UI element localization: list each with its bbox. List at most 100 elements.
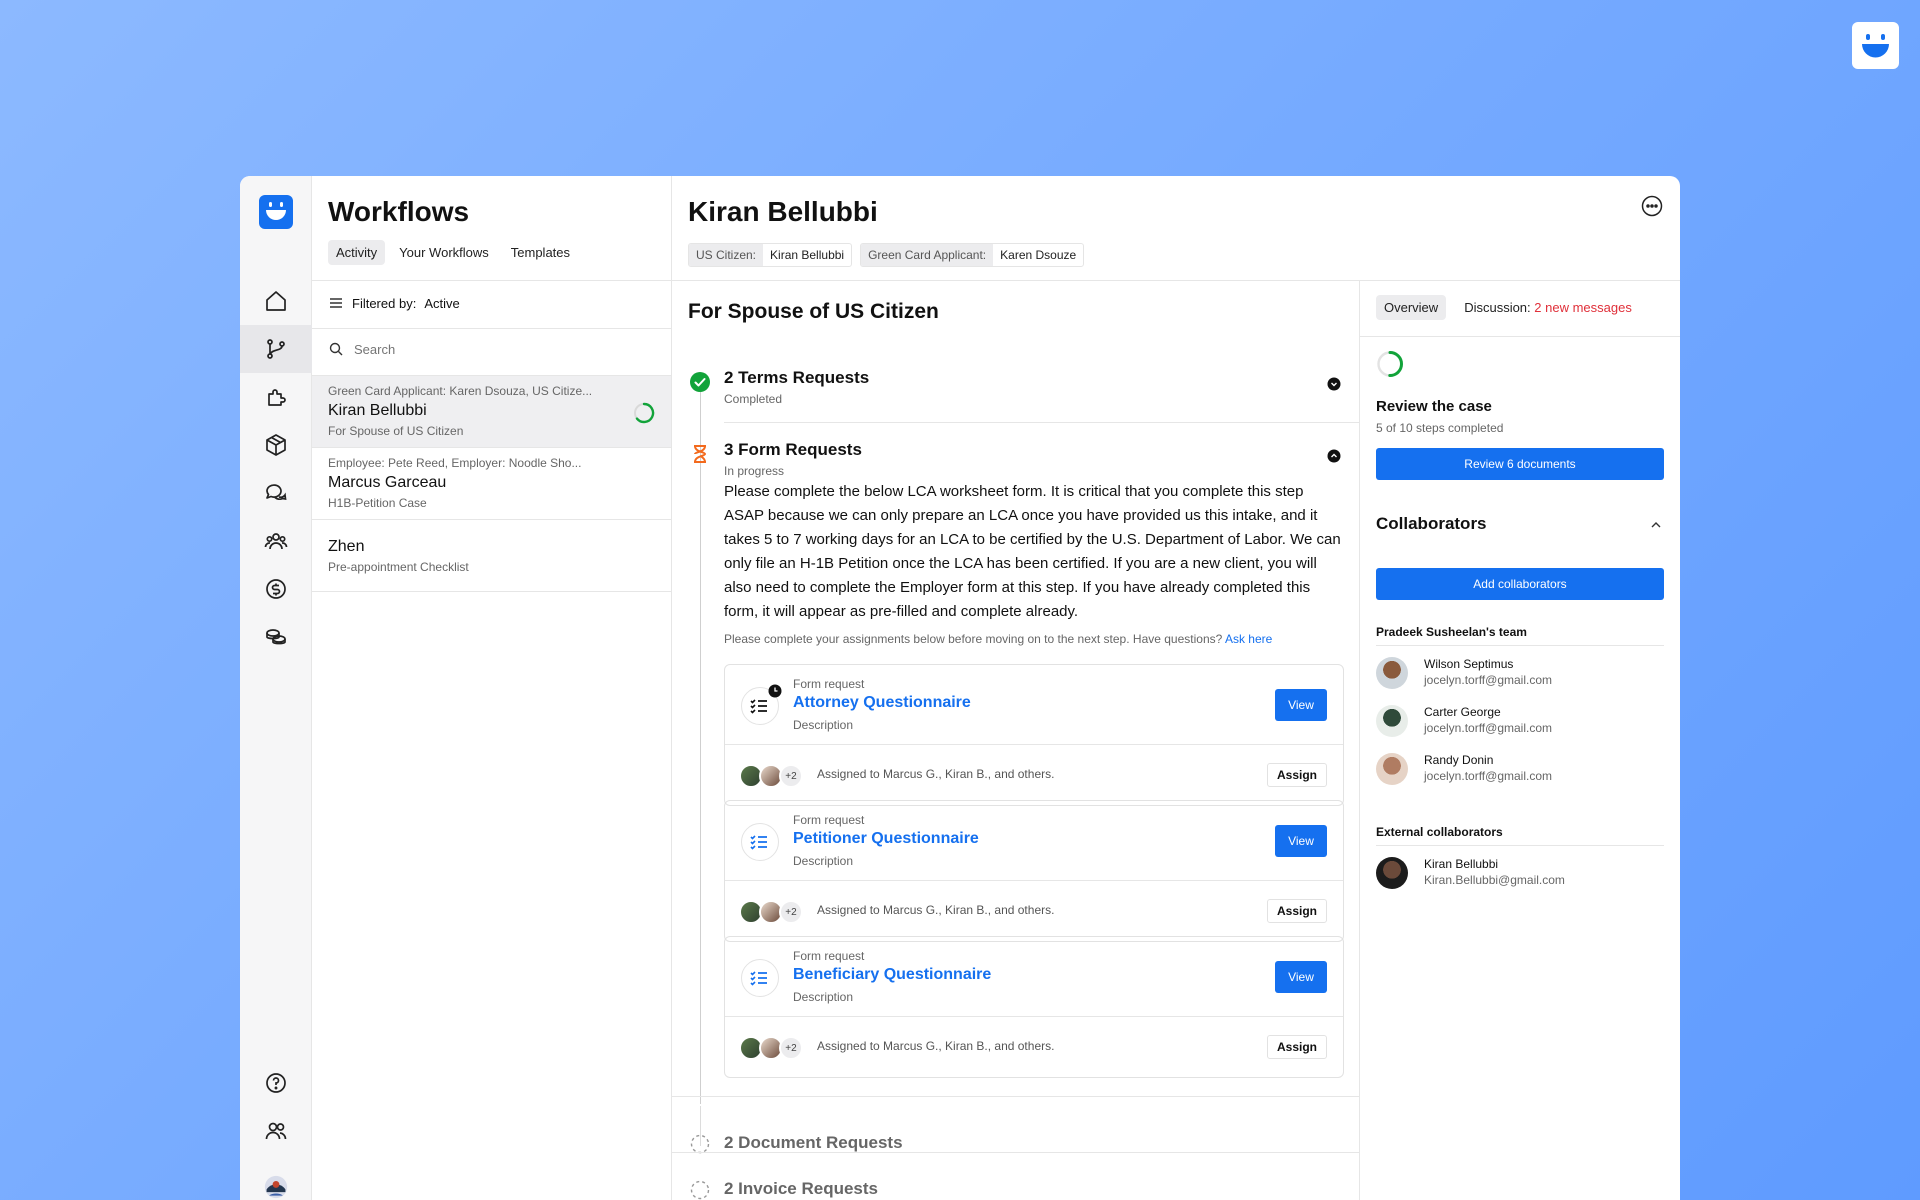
nav-home[interactable]	[252, 277, 300, 325]
profile-avatar-icon	[264, 1175, 288, 1199]
nav-integrations[interactable]	[252, 373, 300, 421]
workflow-type: For Spouse of US Citizen	[328, 424, 464, 438]
view-button[interactable]: View	[1275, 825, 1327, 857]
tab-templates[interactable]: Templates	[503, 240, 578, 265]
nav-team[interactable]	[252, 1107, 300, 1155]
collaborator-email: jocelyn.torff@gmail.com	[1424, 673, 1553, 687]
add-collaborators-button[interactable]: Add collaborators	[1376, 568, 1664, 600]
workflow-name: Marcus Garceau	[328, 474, 447, 491]
app-window: Workflows Activity Your Workflows Templa…	[240, 176, 1680, 1200]
assigned-text: Assigned to Marcus G., Kiran B., and oth…	[817, 903, 1055, 917]
search-box	[328, 341, 634, 357]
nav-payments[interactable]	[252, 613, 300, 661]
divider	[672, 1152, 1359, 1153]
help-icon	[266, 1073, 286, 1093]
form-name-link[interactable]: Beneficiary Questionnaire	[793, 966, 991, 984]
form-name-link[interactable]: Petitioner Questionnaire	[793, 830, 979, 848]
nav-billing[interactable]	[252, 565, 300, 613]
workflows-panel: Workflows Activity Your Workflows Templa…	[312, 176, 672, 1200]
rail-logo-icon[interactable]	[259, 195, 293, 229]
hint-text: Please complete your assignments below b…	[724, 632, 1223, 646]
filter-label: Filtered by:	[352, 295, 417, 311]
chip-key: US Citizen:	[689, 244, 764, 266]
new-messages-badge: 2 new messages	[1534, 300, 1632, 315]
collaborator-email: jocelyn.torff@gmail.com	[1424, 721, 1553, 735]
filter-row[interactable]: Filtered by: Active	[328, 295, 460, 311]
nav-packages[interactable]	[252, 421, 300, 469]
page-title: Workflows	[328, 196, 470, 227]
form-card-header: Form request Attorney Questionnaire Desc…	[725, 665, 1343, 745]
workflow-item[interactable]: Green Card Applicant: Karen Dsouza, US C…	[312, 376, 671, 448]
review-title: Review the case	[1376, 398, 1492, 415]
form-card-footer: +2 Assigned to Marcus G., Kiran B., and …	[725, 1017, 1343, 1077]
case-sidebar: Overview Discussion: 2 new messages Revi…	[1360, 280, 1680, 1200]
assign-button[interactable]: Assign	[1266, 763, 1327, 787]
assignee-avatars: +2	[739, 900, 803, 924]
step-title: 2 Document Requests	[724, 1133, 903, 1152]
workflow-item[interactable]: Employee: Pete Reed, Employer: Noodle Sh…	[312, 448, 671, 520]
nav-messages[interactable]	[252, 469, 300, 517]
workflow-item[interactable]: Zhen Pre-appointment Checklist	[312, 520, 671, 592]
section-title: For Spouse of US Citizen	[688, 300, 939, 323]
assigned-text: Assigned to Marcus G., Kiran B., and oth…	[817, 1039, 1055, 1053]
collaborator[interactable]: Carter George jocelyn.torff@gmail.com	[1376, 703, 1664, 739]
chevron-up-icon[interactable]	[1326, 448, 1342, 464]
workflow-type: Pre-appointment Checklist	[328, 560, 469, 574]
review-documents-button[interactable]: Review 6 documents	[1376, 448, 1664, 480]
collaborator-name: Kiran Bellubbi	[1424, 857, 1499, 871]
ask-here-link[interactable]: Ask here	[1225, 632, 1272, 646]
workflow-name: Kiran Bellubbi	[328, 402, 427, 419]
form-card-header: Form request Petitioner Questionnaire De…	[725, 801, 1343, 881]
collaborator[interactable]: Randy Donin jocelyn.torff@gmail.com	[1376, 751, 1664, 787]
chip-applicant: Green Card Applicant: Karen Dsouze	[860, 243, 1085, 267]
steps-pane: For Spouse of US Citizen 2 Terms Request…	[672, 280, 1360, 1200]
collaborator[interactable]: Kiran Bellubbi Kiran.Bellubbi@gmail.com	[1376, 855, 1664, 891]
checklist-icon	[741, 823, 779, 861]
step-hint: Please complete your assignments below b…	[724, 632, 1272, 646]
discussion-label: Discussion:	[1464, 300, 1531, 315]
nav-contacts[interactable]	[252, 517, 300, 565]
form-kind: Form request	[793, 949, 865, 963]
form-name-link[interactable]: Attorney Questionnaire	[793, 694, 971, 712]
nav-help[interactable]	[252, 1059, 300, 1107]
nav-workflows[interactable]	[240, 325, 312, 373]
form-card-footer: +2 Assigned to Marcus G., Kiran B., and …	[725, 745, 1343, 805]
case-progress-ring	[1377, 351, 1403, 377]
home-icon	[266, 291, 286, 311]
view-button[interactable]: View	[1275, 689, 1327, 721]
workflow-tabs: Activity Your Workflows Templates	[328, 240, 578, 265]
tab-your-workflows[interactable]: Your Workflows	[391, 240, 497, 265]
tab-overview[interactable]: Overview	[1376, 295, 1447, 320]
form-card-footer: +2 Assigned to Marcus G., Kiran B., and …	[725, 881, 1343, 941]
form-card: Form request Attorney Questionnaire Desc…	[724, 664, 1344, 806]
form-kind: Form request	[793, 677, 865, 691]
divider	[312, 280, 671, 281]
workflow-type: H1B-Petition Case	[328, 496, 427, 510]
workflow-detail: Kiran Bellubbi US Citizen: Kiran Bellubb…	[672, 176, 1680, 1200]
chip-key: Green Card Applicant:	[861, 244, 994, 266]
divider	[672, 1096, 1359, 1097]
tab-discussion[interactable]: Discussion: 2 new messages	[1456, 295, 1640, 320]
pending-circle-icon	[690, 1180, 710, 1200]
more-options-icon[interactable]	[1640, 194, 1664, 218]
party-chips: US Citizen: Kiran Bellubbi Green Card Ap…	[688, 243, 1085, 267]
form-card: Form request Petitioner Questionnaire De…	[724, 800, 1344, 942]
external-title: External collaborators	[1376, 825, 1503, 839]
search-input[interactable]	[354, 341, 634, 357]
step-title: 2 Terms Requests	[724, 368, 870, 387]
form-kind: Form request	[793, 813, 865, 827]
chip-value: Kiran Bellubbi	[770, 248, 845, 262]
avatar	[1376, 657, 1408, 689]
workflow-meta: Green Card Applicant: Karen Dsouza, US C…	[328, 384, 593, 398]
assignee-avatars: +2	[739, 764, 803, 788]
chevron-down-icon[interactable]	[1326, 376, 1342, 392]
assign-button[interactable]: Assign	[1266, 899, 1327, 923]
tab-activity[interactable]: Activity	[328, 240, 386, 265]
assign-button[interactable]: Assign	[1266, 1035, 1327, 1059]
chevron-up-icon[interactable]	[1648, 517, 1664, 533]
view-button[interactable]: View	[1275, 961, 1327, 993]
collaborator[interactable]: Wilson Septimus jocelyn.torff@gmail.com	[1376, 655, 1664, 691]
puzzle-icon	[268, 389, 286, 406]
nav-profile[interactable]	[252, 1163, 300, 1200]
step-title: 3 Form Requests	[724, 440, 862, 459]
